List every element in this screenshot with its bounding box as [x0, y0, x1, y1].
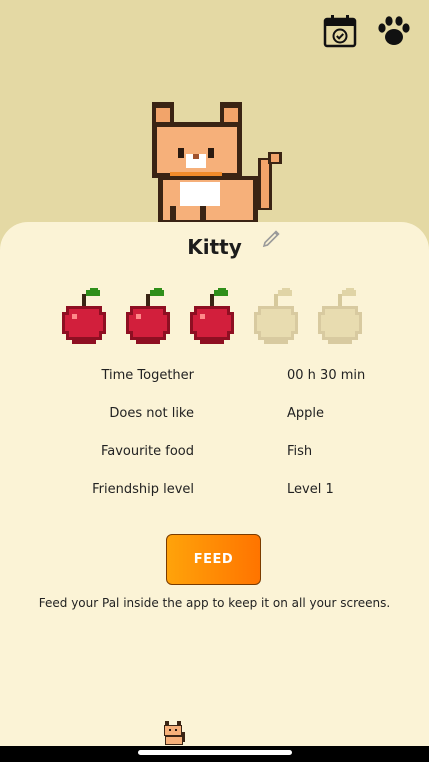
apple-empty-icon	[316, 288, 364, 348]
pet-info-card: Kitty Time Together 00 h 30 min Does not…	[0, 222, 429, 762]
pet-name: Kitty	[187, 235, 242, 259]
calendar-check-icon[interactable]	[321, 12, 359, 50]
apple-full-icon	[60, 288, 108, 348]
stats-table: Time Together 00 h 30 min Does not like …	[0, 368, 429, 520]
stat-row-friendship-level: Friendship level Level 1	[0, 482, 429, 520]
home-indicator[interactable]	[138, 750, 292, 755]
hunger-apples	[60, 288, 364, 348]
top-toolbar	[321, 12, 413, 50]
pet-cat-sprite[interactable]	[140, 96, 290, 228]
stat-row-does-not-like: Does not like Apple	[0, 406, 429, 444]
apple-empty-icon	[252, 288, 300, 348]
stat-label: Favourite food	[100, 444, 194, 459]
stat-value: Fish	[287, 444, 313, 459]
stat-row-time-together: Time Together 00 h 30 min	[0, 368, 429, 406]
stat-value: 00 h 30 min	[287, 368, 366, 383]
pet-name-row: Kitty	[0, 232, 429, 262]
apple-full-icon	[124, 288, 172, 348]
paw-icon[interactable]	[375, 12, 413, 50]
stat-label: Friendship level	[92, 482, 194, 497]
mini-pet-sprite[interactable]	[162, 720, 186, 746]
feed-button[interactable]: FEED	[166, 534, 261, 585]
stat-value: Apple	[287, 406, 325, 421]
feed-hint-text: Feed your Pal inside the app to keep it …	[38, 596, 391, 610]
stat-label: Time Together	[101, 368, 194, 383]
stat-value: Level 1	[287, 482, 334, 497]
stat-label: Does not like	[109, 406, 194, 421]
edit-name-pencil-icon[interactable]	[260, 226, 284, 250]
stat-row-favourite-food: Favourite food Fish	[0, 444, 429, 482]
apple-full-icon	[188, 288, 236, 348]
